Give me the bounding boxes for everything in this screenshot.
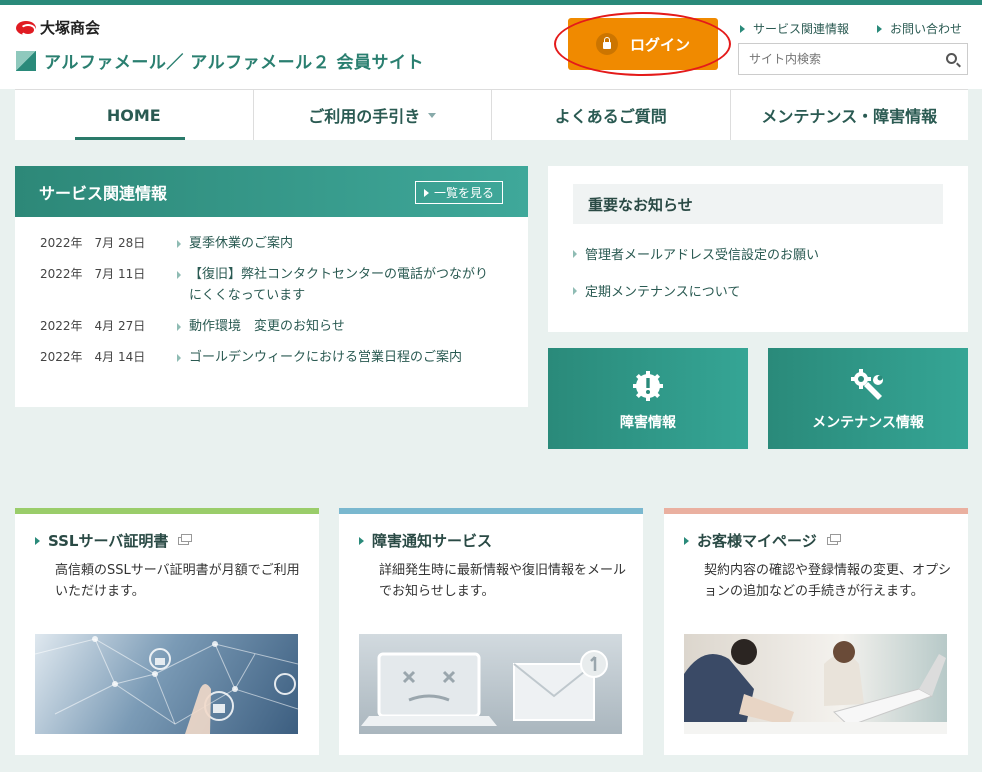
corp-logo[interactable]: 大塚商会 [16,17,100,38]
service-info-header: サービス関連情報 一覧を見る [15,166,528,217]
notice-label: 定期メンテナンスについて [585,285,741,300]
triangle-right-icon [177,354,181,362]
card-title-text: お客様マイページ [697,532,817,550]
lock-icon [595,33,618,55]
alert-gear-icon [631,366,665,406]
card-image-office[interactable] [684,634,947,734]
card-accent-bar [15,508,319,514]
triangle-right-icon [359,536,364,545]
nav-guide-label: ご利用の手引き [308,107,421,126]
card-title[interactable]: 障害通知サービス [359,530,492,551]
news-link[interactable]: 【復旧】弊社コンタクトセンターの電話がつながりにくくなっています [177,264,493,306]
search-input[interactable] [749,52,929,66]
site-title-text: アルファメール／ アルファメール２ 会員サイト [44,53,424,73]
external-window-icon [826,533,841,545]
triangle-right-icon [177,240,181,248]
site-mark-icon [16,50,36,71]
news-link[interactable]: 動作環境 変更のお知らせ [177,316,493,337]
triangle-right-icon [177,323,181,331]
service-info-panel: サービス関連情報 一覧を見る 2022年 7月 28日 夏季休業のご案内 202… [15,166,528,407]
important-notice-list: 管理者メールアドレス受信設定のお願い 定期メンテナンスについて [573,244,819,318]
important-notice-title: 重要なお知らせ [573,184,943,224]
card-mypage[interactable]: お客様マイページ 契約内容の確認や登録情報の変更、オプションの追加などの手続きが… [664,508,968,755]
nav-guide[interactable]: ご利用の手引き [254,90,492,140]
tile-incident-label: 障害情報 [620,414,676,431]
view-all-button[interactable]: 一覧を見る [414,181,503,204]
tile-incident-info[interactable]: 障害情報 [548,348,748,449]
link-contact[interactable]: お問い合わせ [877,20,962,37]
triangle-right-icon [423,188,429,197]
triangle-right-icon [740,24,745,33]
card-description: 詳細発生時に最新情報や復旧情報をメールでお知らせします。 [379,563,627,599]
news-date: 2022年 7月 11日 [40,267,146,281]
tile-maintenance-label: メンテナンス情報 [812,414,924,431]
card-accent-bar [664,508,968,514]
news-title: 動作環境 変更のお知らせ [189,319,345,334]
external-window-icon [178,533,193,545]
chevron-down-icon [428,112,437,118]
news-date: 2022年 7月 28日 [40,236,146,250]
card-ssl[interactable]: SSLサーバ証明書 高信頼のSSLサーバ証明書が月額でご利用いただけます。 [15,508,319,755]
site-header: 大塚商会 アルファメール／ アルファメール２ 会員サイト サービス関連情報 お問… [0,5,982,89]
login-label: ログイン [629,35,690,54]
list-item: 2022年 7月 11日 【復旧】弊社コンタクトセンターの電話がつながりにくくな… [40,264,528,306]
login-button[interactable]: ログイン [568,18,718,70]
news-title: ゴールデンウィークにおける営業日程のご案内 [189,350,463,365]
triangle-right-icon [684,536,689,545]
wrench-gear-icon [850,366,886,406]
triangle-right-icon [35,536,40,545]
triangle-right-icon [877,24,882,33]
service-info-title: サービス関連情報 [39,183,168,203]
list-item: 2022年 4月 27日 動作環境 変更のお知らせ [40,316,528,337]
nav-maintenance[interactable]: メンテナンス・障害情報 [731,90,969,140]
nav-faq-label: よくあるご質問 [554,107,667,126]
news-date: 2022年 4月 27日 [40,319,146,333]
card-title-text: 障害通知サービス [372,532,493,550]
card-title[interactable]: お客様マイページ [684,530,841,551]
card-description: 高信頼のSSLサーバ証明書が月額でご利用いただけます。 [55,563,300,599]
notice-label: 管理者メールアドレス受信設定のお願い [585,248,820,263]
card-title[interactable]: SSLサーバ証明書 [35,530,193,551]
view-all-label: 一覧を見る [433,186,494,200]
nav-home-label: HOME [106,105,161,125]
search-icon[interactable] [946,53,957,64]
notice-link[interactable]: 管理者メールアドレス受信設定のお願い [573,244,819,263]
triangle-right-icon [177,271,181,279]
triangle-right-icon [573,286,577,295]
nav-maintenance-label: メンテナンス・障害情報 [761,107,938,126]
tile-maintenance-info[interactable]: メンテナンス情報 [768,348,968,449]
news-date: 2022年 4月 14日 [40,350,146,364]
news-link[interactable]: 夏季休業のご案内 [177,233,493,254]
important-notice-panel: 重要なお知らせ 管理者メールアドレス受信設定のお願い 定期メンテナンスについて [548,166,968,332]
news-title: 【復旧】弊社コンタクトセンターの電話がつながりにくくなっています [189,267,489,303]
nav-home[interactable]: HOME [15,90,254,140]
card-title-text: SSLサーバ証明書 [48,532,169,550]
card-description: 契約内容の確認や登録情報の変更、オプションの追加などの手続きが行えます。 [704,563,952,599]
link-service-info[interactable]: サービス関連情報 [740,20,849,37]
site-title[interactable]: アルファメール／ アルファメール２ 会員サイト [16,48,424,73]
card-image-network[interactable] [35,634,298,734]
link-service-info-label: サービス関連情報 [753,22,850,36]
corp-logo-icon [16,20,36,36]
nav-faq[interactable]: よくあるご質問 [492,90,731,140]
main-nav: HOME ご利用の手引き よくあるご質問 メンテナンス・障害情報 [15,89,968,140]
corp-name: 大塚商会 [40,19,101,37]
news-list: 2022年 7月 28日 夏季休業のご案内 2022年 7月 11日 【復旧】弊… [15,217,528,368]
list-item: 2022年 4月 14日 ゴールデンウィークにおける営業日程のご案内 [40,347,528,368]
site-search[interactable] [738,43,968,75]
card-incident-notify[interactable]: 障害通知サービス 詳細発生時に最新情報や復旧情報をメールでお知らせします。 [339,508,643,755]
news-title: 夏季休業のご案内 [189,236,294,251]
list-item: 2022年 7月 28日 夏季休業のご案内 [40,233,528,254]
card-image-mail[interactable] [359,634,622,734]
triangle-right-icon [573,249,577,258]
link-contact-label: お問い合わせ [890,22,963,36]
news-link[interactable]: ゴールデンウィークにおける営業日程のご案内 [177,347,493,368]
notice-link[interactable]: 定期メンテナンスについて [573,281,819,300]
card-accent-bar [339,508,643,514]
